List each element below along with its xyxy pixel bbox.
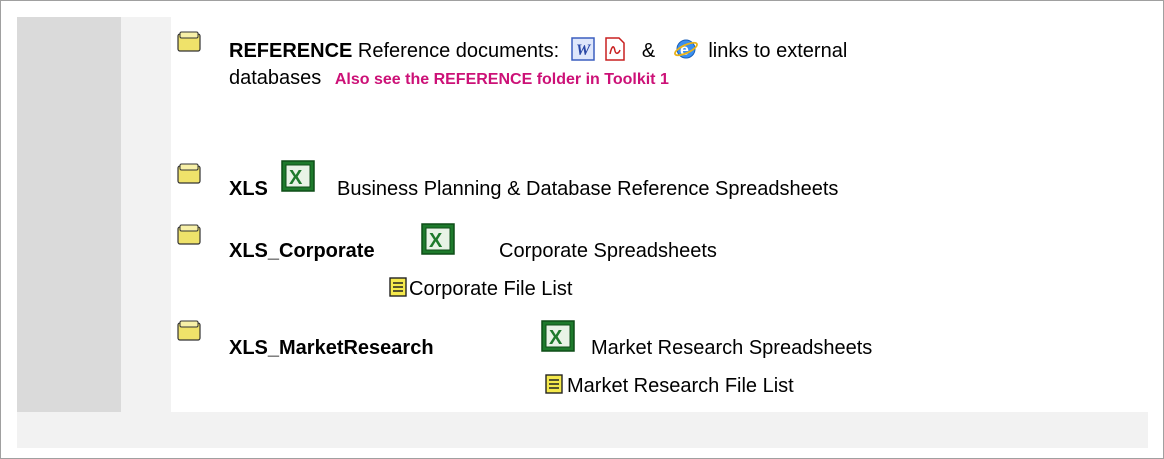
page-frame: REFERENCE Reference documents: W & e lin…	[0, 0, 1164, 459]
text-file-icon[interactable]	[389, 277, 407, 297]
left-gutter	[17, 17, 121, 412]
excel-icon[interactable]: X	[421, 223, 455, 255]
folder-icon	[177, 31, 201, 52]
folder-entry-reference: REFERENCE Reference documents: W & e lin…	[177, 31, 1137, 101]
folder-list: REFERENCE Reference documents: W & e lin…	[171, 17, 1148, 412]
footer-band	[17, 412, 1148, 448]
xls-description: Business Planning & Database Reference S…	[337, 178, 839, 200]
folder-icon	[177, 163, 201, 184]
market-research-file-list-link[interactable]: Market Research File List	[567, 373, 794, 399]
pdf-icon[interactable]	[604, 36, 626, 61]
text-file-icon[interactable]	[545, 374, 563, 394]
folder-icon	[177, 224, 201, 245]
svg-text:W: W	[576, 42, 592, 59]
folder-link-xls-marketresearch[interactable]: XLS_MarketResearch	[229, 337, 434, 359]
ampersand: &	[641, 40, 656, 62]
internet-explorer-icon[interactable]: e	[673, 37, 699, 61]
indent-column	[121, 17, 171, 412]
corporate-file-list-link[interactable]: Corporate File List	[409, 276, 572, 302]
svg-text:X: X	[289, 167, 303, 189]
folder-link-reference[interactable]: REFERENCE	[229, 40, 352, 62]
folder-link-xls-corporate[interactable]: XLS_Corporate	[229, 240, 375, 262]
excel-icon[interactable]: X	[541, 320, 575, 352]
svg-text:X: X	[549, 327, 563, 349]
folder-entry-xls-corporate: XLS_Corporate X Corporate Spreadsheets C…	[177, 223, 1137, 304]
folder-entry-xls: XLS X Business Planning & Database Refer…	[177, 155, 1137, 200]
links-text: links to external	[708, 40, 848, 62]
word-doc-icon[interactable]: W	[570, 36, 595, 61]
xls-marketresearch-description: Market Research Spreadsheets	[591, 337, 873, 359]
reference-description: Reference documents:	[357, 40, 560, 62]
folder-icon	[177, 320, 201, 341]
excel-icon[interactable]: X	[281, 160, 315, 192]
svg-text:X: X	[429, 230, 443, 252]
folder-link-xls[interactable]: XLS	[229, 178, 268, 200]
reference-description-line2: databases	[229, 67, 322, 89]
folder-entry-xls-marketresearch: XLS_MarketResearch X Market Research Spr…	[177, 320, 1137, 405]
toolkit1-reference-link[interactable]: Also see the REFERENCE folder in Toolkit…	[335, 71, 669, 88]
xls-corporate-description: Corporate Spreadsheets	[499, 240, 717, 262]
